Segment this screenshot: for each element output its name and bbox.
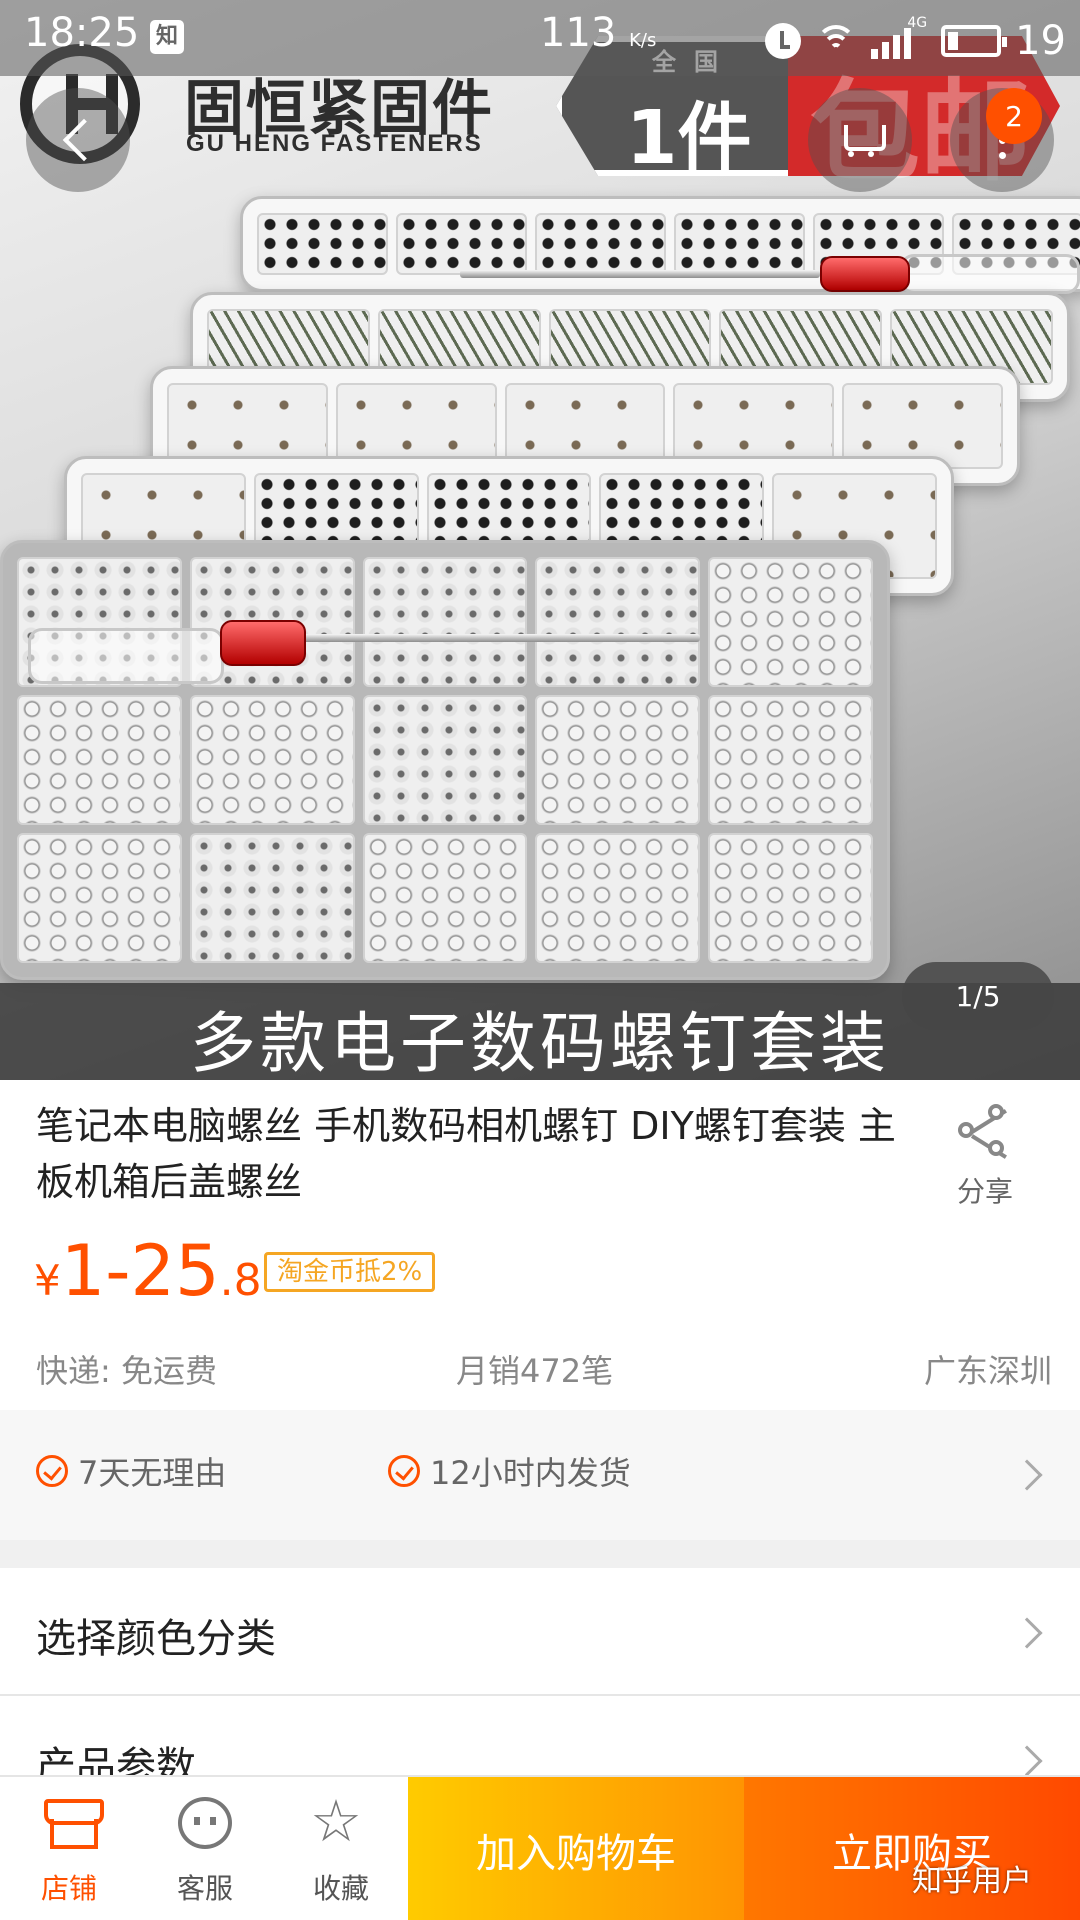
screw-tray-silver bbox=[0, 540, 890, 980]
favorite-tab[interactable]: ☆ 收藏 bbox=[276, 1777, 406, 1920]
status-time: 18:25 bbox=[24, 10, 140, 56]
watermark: 知乎用户 bbox=[912, 1864, 1032, 1899]
screwdriver-shaft-front bbox=[300, 634, 700, 642]
promo-main-text: 1件 bbox=[626, 95, 752, 181]
screwdriver-clear-handle-front bbox=[28, 628, 224, 684]
cart-icon bbox=[838, 123, 886, 157]
price-main: 1-25 bbox=[60, 1230, 220, 1312]
notification-app-icon: 知 bbox=[150, 20, 184, 54]
customer-service-label: 客服 bbox=[176, 1872, 233, 1905]
image-page-indicator: 1/5 bbox=[902, 962, 1054, 1030]
customer-service-icon bbox=[178, 1797, 232, 1849]
network-type: 4G bbox=[907, 15, 928, 31]
service-label: 7天无理由 bbox=[78, 1454, 227, 1492]
product-title: 笔记本电脑螺丝 手机数码相机螺钉 DIY螺钉套装 主板机箱后盖螺丝 bbox=[36, 1104, 896, 1204]
network-speed-value: 113 bbox=[540, 10, 617, 56]
status-icons: 4G 19 bbox=[765, 15, 1066, 64]
product-image-carousel[interactable]: 固恒紧固件 GU HENG FASTENERS 全国 1件 包邮 多款电子数码螺… bbox=[0, 0, 1080, 1080]
store-label: 店铺 bbox=[40, 1872, 97, 1905]
service-guarantee-row[interactable]: 7天无理由 12小时内发货 bbox=[0, 1410, 1080, 1540]
select-color-row[interactable]: 选择颜色分类 bbox=[0, 1568, 1080, 1696]
cell-signal-icon: 4G bbox=[871, 15, 927, 59]
select-color-label: 选择颜色分类 bbox=[36, 1616, 276, 1662]
screwdriver-red-handle-front bbox=[220, 620, 306, 666]
coin-discount-tag: 淘金币抵2% bbox=[264, 1252, 436, 1292]
check-circle-icon bbox=[36, 1455, 68, 1487]
chevron-right-icon bbox=[1011, 1617, 1043, 1649]
ship-location: 广东深圳 bbox=[923, 1352, 1052, 1390]
screwdriver-shaft bbox=[460, 270, 820, 278]
price-decimal: .8 bbox=[219, 1255, 262, 1306]
wifi-icon bbox=[815, 23, 857, 59]
star-icon: ☆ bbox=[310, 1787, 362, 1855]
service-item: 12小时内发货 bbox=[388, 1448, 631, 1494]
store-icon bbox=[44, 1799, 104, 1849]
screwdriver-clear-handle bbox=[900, 254, 1080, 294]
brand-name-en: GU HENG FASTENERS bbox=[186, 130, 483, 157]
monthly-sales: 月销472笔 bbox=[456, 1352, 614, 1390]
add-to-cart-button[interactable]: 加入购物车 bbox=[408, 1777, 744, 1920]
check-circle-icon bbox=[388, 1455, 420, 1487]
store-tab[interactable]: 店铺 bbox=[4, 1777, 134, 1920]
shipping-info: 快递: 免运费 bbox=[36, 1352, 217, 1390]
share-label: 分享 bbox=[956, 1175, 1013, 1208]
product-detail-page: 固恒紧固件 GU HENG FASTENERS 全国 1件 包邮 多款电子数码螺… bbox=[0, 0, 1080, 1920]
network-speed: 113 K/s bbox=[540, 10, 656, 56]
service-item: 7天无理由 bbox=[36, 1448, 226, 1494]
chevron-right-icon bbox=[1011, 1745, 1043, 1777]
chevron-right-icon bbox=[1011, 1459, 1043, 1491]
price-symbol: ¥ bbox=[34, 1256, 61, 1305]
cart-badge: 2 bbox=[986, 88, 1042, 144]
screwdriver-red-handle bbox=[820, 256, 910, 292]
back-button[interactable] bbox=[26, 88, 130, 192]
cart-button[interactable] bbox=[808, 88, 912, 192]
customer-service-tab[interactable]: 客服 bbox=[140, 1777, 270, 1920]
alarm-icon bbox=[765, 23, 802, 59]
share-icon bbox=[958, 1104, 1012, 1160]
service-label: 12小时内发货 bbox=[430, 1454, 631, 1492]
favorite-label: 收藏 bbox=[312, 1872, 369, 1905]
back-icon bbox=[62, 118, 106, 162]
product-meta-row: 快递: 免运费 月销472笔 广东深圳 bbox=[0, 1340, 1080, 1396]
share-button[interactable]: 分享 bbox=[950, 1104, 1020, 1210]
battery-level: 19 bbox=[1015, 18, 1066, 64]
section-divider bbox=[0, 1540, 1080, 1568]
battery-icon bbox=[941, 25, 1008, 57]
network-speed-unit: K/s bbox=[629, 30, 657, 51]
price: ¥ 1-25 .8 bbox=[34, 1230, 262, 1312]
status-bar: 18:25 知 113 K/s 4G 19 bbox=[0, 0, 1080, 76]
